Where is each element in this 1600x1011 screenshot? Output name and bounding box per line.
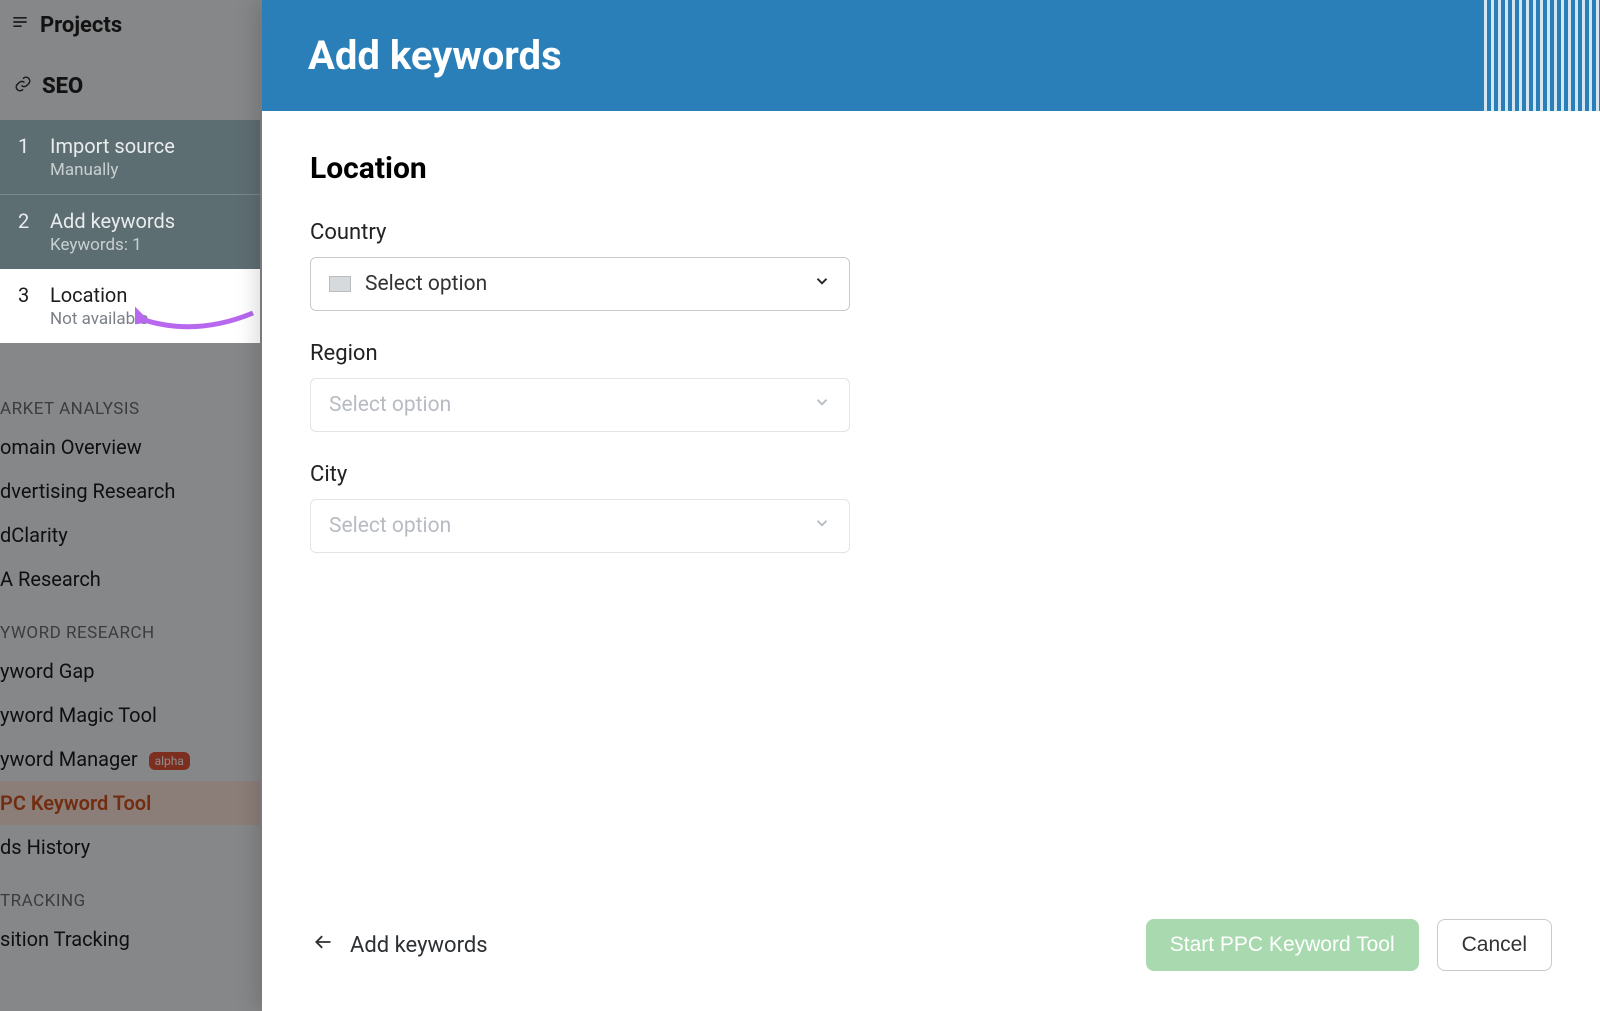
wizard-step-num: 2: [18, 209, 32, 255]
wizard-step-title: Import source: [50, 134, 175, 158]
back-label: Add keywords: [350, 933, 488, 958]
city-label: City: [310, 462, 850, 487]
chevron-down-icon: [813, 272, 831, 296]
wizard-step-sub: Not available: [50, 309, 148, 329]
back-button[interactable]: Add keywords: [310, 932, 488, 958]
modal-header: Add keywords: [262, 0, 1600, 111]
section-title: Location: [310, 151, 1552, 186]
wizard-step-title: Location: [50, 283, 148, 307]
wizard-step-num: 3: [18, 283, 32, 329]
wizard-step-sub: Manually: [50, 160, 175, 180]
cancel-button[interactable]: Cancel: [1437, 919, 1552, 971]
country-select[interactable]: Select option: [310, 257, 850, 311]
field-country: Country Select option: [310, 220, 850, 311]
city-select: Select option: [310, 499, 850, 553]
region-label: Region: [310, 341, 850, 366]
field-region: Region Select option: [310, 341, 850, 432]
wizard-steps: 1 Import source Manually 2 Add keywords …: [0, 120, 260, 343]
arrow-left-icon: [310, 932, 336, 958]
wizard-step-1[interactable]: 1 Import source Manually: [0, 120, 260, 195]
modal-title: Add keywords: [308, 32, 562, 79]
wizard-step-sub: Keywords: 1: [50, 235, 175, 255]
chevron-down-icon: [813, 393, 831, 417]
country-label: Country: [310, 220, 850, 245]
wizard-step-3[interactable]: 3 Location Not available: [0, 269, 260, 343]
region-select: Select option: [310, 378, 850, 432]
add-keywords-modal: Add keywords Location Country Select opt…: [262, 0, 1600, 1011]
chevron-down-icon: [813, 514, 831, 538]
wizard-step-num: 1: [18, 134, 32, 180]
select-placeholder: Select option: [329, 393, 813, 417]
wizard-step-2[interactable]: 2 Add keywords Keywords: 1: [0, 195, 260, 269]
modal-footer: Add keywords Start PPC Keyword Tool Canc…: [262, 893, 1600, 1011]
field-city: City Select option: [310, 462, 850, 553]
select-placeholder: Select option: [365, 272, 813, 296]
modal-body: Location Country Select option Region Se…: [262, 111, 1600, 893]
flag-icon: [329, 276, 351, 292]
wizard-step-title: Add keywords: [50, 209, 175, 233]
header-decoration: [1480, 0, 1600, 111]
select-placeholder: Select option: [329, 514, 813, 538]
start-ppc-keyword-tool-button[interactable]: Start PPC Keyword Tool: [1146, 919, 1419, 971]
